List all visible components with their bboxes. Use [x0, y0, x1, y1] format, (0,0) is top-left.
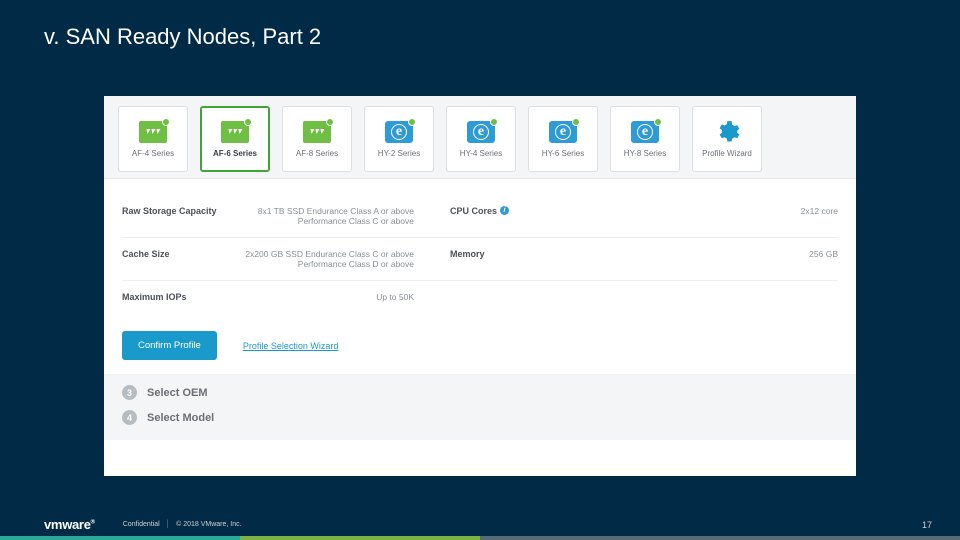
gear-icon: [713, 121, 741, 143]
flash-icon: [139, 121, 167, 143]
tab-label: AF-6 Series: [213, 149, 257, 158]
tab-label: HY-4 Series: [460, 149, 502, 158]
page-number: 17: [922, 520, 932, 530]
slide-title: v. SAN Ready Nodes, Part 2: [44, 24, 321, 50]
tab-label: AF-8 Series: [296, 149, 338, 158]
tab-af4-series[interactable]: AF-4 Series: [118, 106, 188, 172]
tab-hy8-series[interactable]: e HY-8 Series: [610, 106, 680, 172]
info-icon[interactable]: i: [500, 206, 509, 215]
vmware-logo: vmware®: [44, 517, 95, 532]
spec-row-cache: Cache Size 2x200 GB SSD Endurance Class …: [122, 238, 838, 281]
step-select-oem[interactable]: 3 Select OEM: [122, 380, 838, 405]
hybrid-icon: e: [631, 121, 659, 143]
spec-value: 8x1 TB SSD Endurance Class A or above Pe…: [232, 206, 442, 226]
action-bar: Confirm Profile Profile Selection Wizard: [104, 323, 856, 374]
spec-label: Maximum IOPs: [122, 292, 232, 302]
tab-label: Profile Wizard: [702, 149, 752, 158]
next-steps: 3 Select OEM 4 Select Model: [104, 374, 856, 440]
tab-label: HY-8 Series: [624, 149, 666, 158]
spec-value: Up to 50K: [232, 292, 442, 302]
tab-hy6-series[interactable]: e HY-6 Series: [528, 106, 598, 172]
spec-label: Cache Size: [122, 249, 232, 269]
step-number-badge: 4: [122, 410, 137, 425]
hybrid-icon: e: [385, 121, 413, 143]
tab-label: HY-2 Series: [378, 149, 420, 158]
series-tab-bar: AF-4 Series AF-6 Series AF-8 Series e HY…: [104, 96, 856, 179]
footer-accent-bar: [0, 536, 960, 540]
step-select-model[interactable]: 4 Select Model: [122, 405, 838, 430]
step-label: Select OEM: [147, 387, 208, 399]
spec-label: Memory: [442, 249, 532, 269]
spec-label: CPU Cores i: [442, 206, 532, 226]
step-label: Select Model: [147, 412, 214, 424]
spec-row-iops: Maximum IOPs Up to 50K: [122, 281, 838, 313]
tab-hy2-series[interactable]: e HY-2 Series: [364, 106, 434, 172]
spec-grid: Raw Storage Capacity 8x1 TB SSD Enduranc…: [104, 179, 856, 323]
tab-label: AF-4 Series: [132, 149, 174, 158]
footer-text: Confidential│© 2018 VMware, Inc.: [123, 521, 242, 528]
step-number-badge: 3: [122, 385, 137, 400]
hybrid-icon: e: [549, 121, 577, 143]
spec-label: Raw Storage Capacity: [122, 206, 232, 226]
profile-wizard-link[interactable]: Profile Selection Wizard: [243, 341, 339, 351]
tab-af8-series[interactable]: AF-8 Series: [282, 106, 352, 172]
confirm-profile-button[interactable]: Confirm Profile: [122, 331, 217, 360]
content-panel: AF-4 Series AF-6 Series AF-8 Series e HY…: [104, 96, 856, 476]
spec-value: 2x200 GB SSD Endurance Class C or above …: [232, 249, 442, 269]
spec-value: 2x12 core: [532, 206, 838, 226]
spec-row-storage: Raw Storage Capacity 8x1 TB SSD Enduranc…: [122, 195, 838, 238]
tab-hy4-series[interactable]: e HY-4 Series: [446, 106, 516, 172]
tab-af6-series[interactable]: AF-6 Series: [200, 106, 270, 172]
spec-value: 256 GB: [532, 249, 838, 269]
tab-label: HY-6 Series: [542, 149, 584, 158]
hybrid-icon: e: [467, 121, 495, 143]
tab-profile-wizard[interactable]: Profile Wizard: [692, 106, 762, 172]
flash-icon: [221, 121, 249, 143]
flash-icon: [303, 121, 331, 143]
